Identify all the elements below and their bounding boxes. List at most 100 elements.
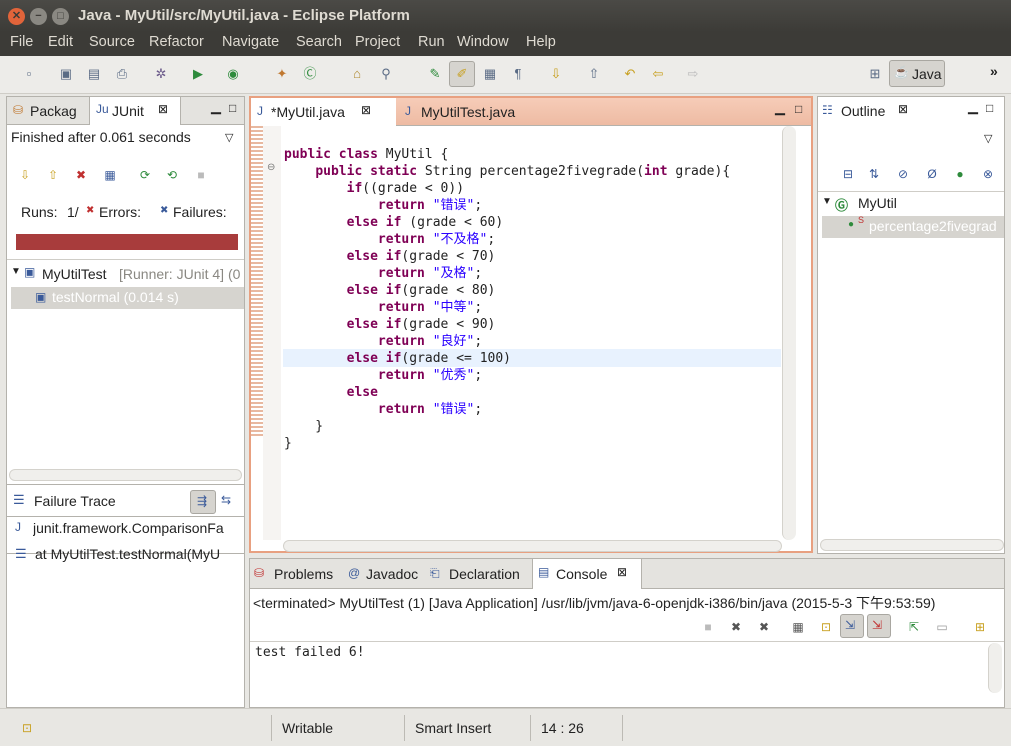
hide-local-types-icon[interactable]: ⊗ [980, 166, 996, 182]
code-content[interactable]: public class MyUtil { public static Stri… [284, 146, 730, 452]
more-perspectives[interactable]: » [990, 63, 998, 79]
next-annotation-icon[interactable]: ✎ [426, 65, 444, 83]
menu-edit[interactable]: Edit [48, 34, 73, 50]
fold-icon[interactable]: ⊖ [267, 162, 275, 173]
new-java-project-icon[interactable]: ✦ [273, 65, 291, 83]
trace-line[interactable]: at MyUtilTest.testNormal(MyU [35, 546, 244, 562]
collapse-all-icon[interactable]: ⊟ [840, 166, 856, 182]
horizontal-scrollbar[interactable] [9, 469, 242, 481]
trace-line[interactable]: junit.framework.ComparisonFa [33, 520, 244, 536]
console-vertical-scrollbar[interactable] [988, 643, 1002, 693]
maximize-view-icon[interactable]: □ [229, 101, 236, 115]
java-perspective-button[interactable]: ☕ Java [889, 60, 945, 87]
show-on-stderr-button[interactable]: ⇲ [867, 614, 891, 638]
previous-failure-icon[interactable]: ⇧ [45, 167, 61, 183]
outline-method-row[interactable]: ● S percentage2fivegrad [822, 216, 1004, 238]
maximize-view-icon[interactable]: □ [986, 101, 993, 115]
rerun-failures-first-icon[interactable]: ⟲ [164, 167, 180, 183]
minimize-window-icon[interactable]: − [30, 8, 47, 25]
new-class-icon[interactable]: Ⓒ [301, 65, 319, 83]
close-tab-icon[interactable]: ⊠ [617, 565, 627, 579]
hide-nonpublic-icon[interactable]: ● [952, 166, 968, 182]
open-perspective-icon[interactable]: ⊞ [866, 65, 884, 83]
run-icon[interactable]: ▶ [189, 65, 207, 83]
print-icon[interactable]: ⎙ [113, 65, 131, 83]
menu-file[interactable]: File [10, 34, 33, 50]
fast-view-icon[interactable]: ⊡ [22, 721, 32, 735]
close-window-icon[interactable]: ✕ [8, 8, 25, 25]
tab-package-explorer[interactable]: Packag [30, 103, 77, 119]
editor-horizontal-scrollbar[interactable] [283, 540, 782, 552]
editor-vertical-scrollbar[interactable] [782, 126, 796, 540]
show-failures-only-icon[interactable]: ✖ [73, 167, 89, 183]
maximize-editor-icon[interactable]: □ [795, 102, 802, 116]
clear-console-icon[interactable]: ▦ [790, 619, 806, 635]
scroll-lock-icon[interactable]: ⊡ [818, 619, 834, 635]
minimize-view-icon[interactable]: ▁ [211, 99, 221, 115]
sort-icon[interactable]: ⇅ [866, 166, 882, 182]
open-console-icon[interactable]: ⊞ [972, 619, 988, 635]
outline-horizontal-scrollbar[interactable] [820, 539, 1004, 551]
forward-icon[interactable]: ⇨ [684, 65, 702, 83]
remove-launch-icon[interactable]: ✖ [728, 619, 744, 635]
tab-problems[interactable]: Problems [274, 566, 333, 582]
search-icon[interactable]: ⚲ [377, 65, 395, 83]
debug-icon[interactable]: ✲ [152, 65, 170, 83]
menu-refactor[interactable]: Refactor [149, 34, 204, 50]
tree-expand-icon[interactable]: ▼ [11, 266, 21, 277]
minimize-view-icon[interactable]: ▁ [968, 99, 978, 115]
show-whitespace-icon[interactable]: ¶ [509, 65, 527, 83]
remove-all-terminated-icon[interactable]: ✖ [756, 619, 772, 635]
tab-javadoc[interactable]: Javadoc [366, 566, 418, 582]
tab-myutil-java[interactable]: J *MyUtil.java ⊠ [251, 98, 396, 126]
filter-stack-button[interactable]: ⇶ [190, 490, 216, 514]
last-edit-icon[interactable]: ↶ [621, 65, 639, 83]
coverage-icon[interactable]: ◉ [224, 65, 242, 83]
view-menu-icon[interactable]: ▽ [984, 132, 992, 145]
menu-run[interactable]: Run [418, 34, 445, 50]
scroll-lock-icon[interactable]: ▦ [102, 167, 118, 183]
close-tab-icon[interactable]: ⊠ [898, 102, 908, 116]
terminate-icon[interactable]: ■ [700, 619, 716, 635]
hide-static-icon[interactable]: Ø [924, 166, 940, 182]
maximize-window-icon[interactable]: □ [52, 8, 69, 25]
menu-navigate[interactable]: Navigate [222, 34, 279, 50]
hide-fields-icon[interactable]: ⊘ [895, 166, 911, 182]
tab-myutiltest[interactable]: MyUtilTest.java [421, 104, 515, 120]
test-method-row[interactable]: ▣ testNormal (0.014 s) [11, 287, 244, 309]
new-icon[interactable]: ▫ [20, 65, 38, 83]
previous-edit-icon[interactable]: ⇧ [585, 65, 603, 83]
highlight-toggle[interactable]: ✐ [449, 61, 475, 87]
tab-junit[interactable]: Ju JUnit ⊠ [89, 97, 181, 125]
back-icon[interactable]: ⇦ [649, 65, 667, 83]
test-class-name[interactable]: MyUtilTest [42, 266, 107, 282]
save-all-icon[interactable]: ▤ [85, 65, 103, 83]
block-selection-icon[interactable]: ▦ [481, 65, 499, 83]
tab-junit-label: JUnit [112, 103, 144, 119]
stop-icon[interactable]: ■ [193, 167, 209, 183]
menu-project[interactable]: Project [355, 34, 400, 50]
console-output[interactable]: test failed 6! [255, 645, 365, 660]
rerun-test-icon[interactable]: ⟳ [137, 167, 153, 183]
tab-declaration[interactable]: Declaration [449, 566, 520, 582]
next-edit-icon[interactable]: ⇩ [547, 65, 565, 83]
compare-result-icon[interactable]: ⇆ [221, 493, 231, 507]
menu-source[interactable]: Source [89, 34, 135, 50]
show-on-stdout-button[interactable]: ⇲ [840, 614, 864, 638]
save-icon[interactable]: ▣ [57, 65, 75, 83]
view-menu-icon[interactable]: ▽ [225, 131, 233, 144]
next-failure-icon[interactable]: ⇩ [17, 167, 33, 183]
outline-class-name[interactable]: MyUtil [858, 195, 897, 211]
open-type-icon[interactable]: ⌂ [348, 65, 366, 83]
minimize-editor-icon[interactable]: ▁ [775, 100, 785, 116]
pin-console-icon[interactable]: ⇱ [906, 619, 922, 635]
tab-console[interactable]: ▤ Console ⊠ [532, 559, 642, 589]
close-tab-icon[interactable]: ⊠ [158, 102, 168, 116]
tree-expand-icon[interactable]: ▼ [822, 196, 832, 207]
display-console-icon[interactable]: ▭ [934, 619, 950, 635]
close-tab-icon[interactable]: ⊠ [361, 103, 371, 117]
outline-title[interactable]: Outline [841, 103, 885, 119]
menu-help[interactable]: Help [526, 34, 556, 50]
menu-window[interactable]: Window [457, 34, 509, 50]
menu-search[interactable]: Search [296, 34, 342, 50]
